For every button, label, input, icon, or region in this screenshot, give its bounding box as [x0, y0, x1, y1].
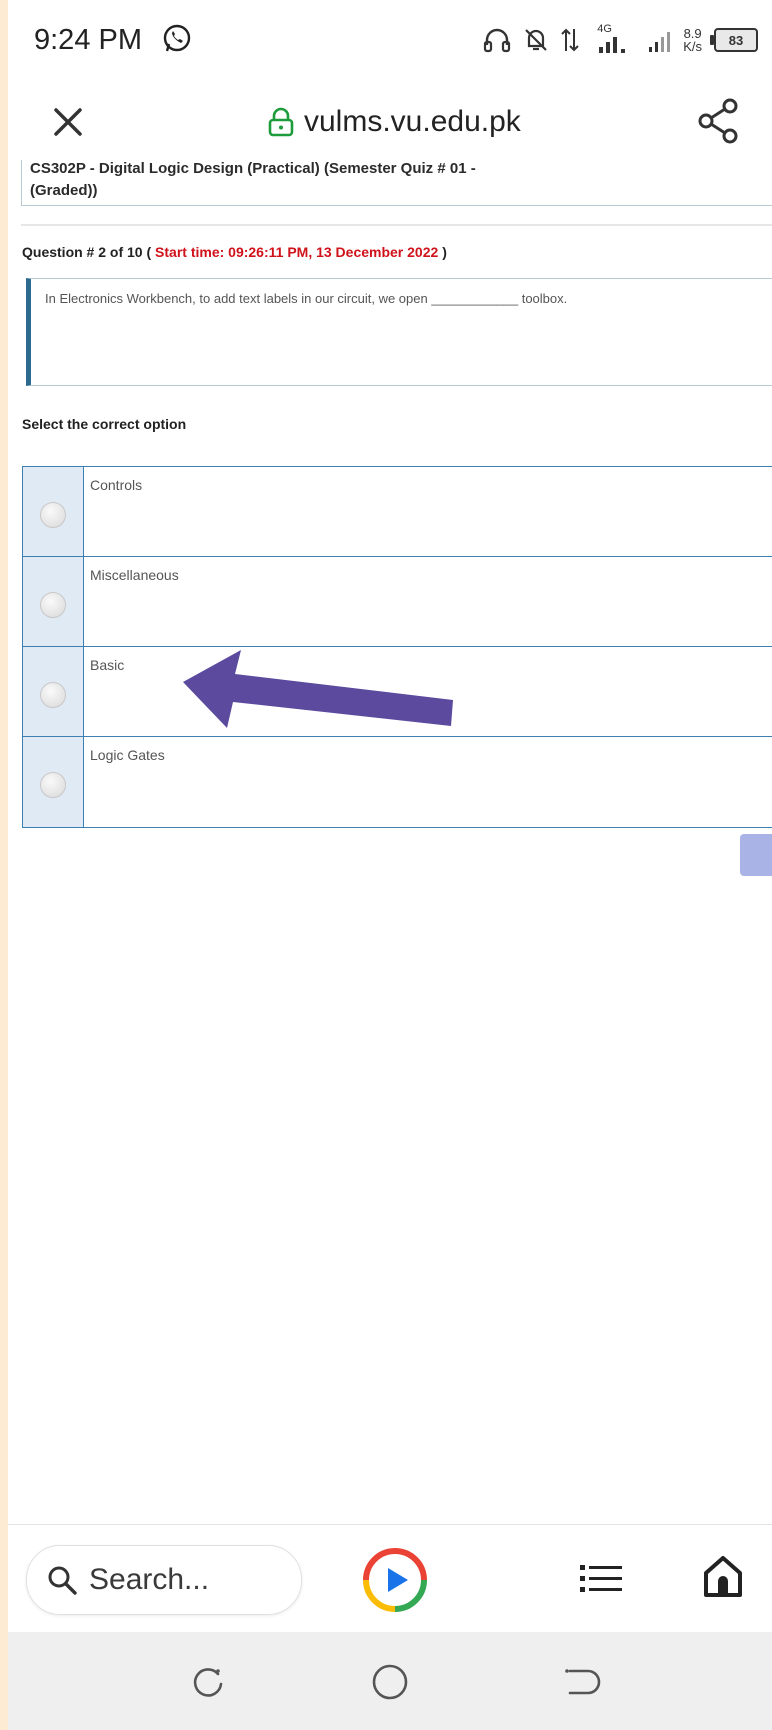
question-text: In Electronics Workbench, to add text la… — [45, 291, 568, 306]
option-label: Basic — [90, 657, 125, 673]
select-option-label: Select the correct option — [22, 416, 187, 432]
mute-bell-icon — [525, 29, 547, 51]
radio-cell — [23, 647, 84, 736]
status-time: 9:24 PM — [34, 24, 142, 56]
course-title-box: CS302P - Digital Logic Design (Practical… — [21, 160, 772, 206]
option-miscellaneous[interactable]: Miscellaneous — [23, 557, 772, 647]
list-menu-icon[interactable] — [578, 1561, 624, 1597]
question-box: In Electronics Workbench, to add text la… — [26, 278, 772, 386]
next-button[interactable] — [740, 834, 772, 876]
whatsapp-icon — [163, 24, 191, 52]
radio-button[interactable] — [40, 772, 66, 798]
option-controls[interactable]: Controls — [23, 467, 772, 557]
question-number: Question # 2 of 10 ( — [22, 244, 152, 260]
annotation-arrow-icon — [183, 650, 453, 728]
course-title-line2: (Graded)) — [30, 182, 98, 199]
signal-icon — [599, 37, 626, 53]
data-transfer-icon — [561, 28, 579, 52]
play-icon[interactable] — [362, 1547, 428, 1613]
question-header: Question # 2 of 10 ( Start time: 09:26:1… — [22, 244, 447, 260]
radio-cell — [23, 467, 84, 556]
radio-button[interactable] — [40, 681, 66, 708]
course-title-line1: CS302P - Digital Logic Design (Practical… — [30, 160, 476, 177]
search-placeholder: Search... — [89, 1563, 210, 1596]
browser-toolbar: vulms.vu.edu.pk — [8, 80, 772, 160]
net-speed-unit: K/s — [683, 39, 702, 54]
radio-button[interactable] — [40, 591, 66, 618]
option-label: Logic Gates — [90, 747, 165, 763]
battery-indicator: 83 — [710, 28, 758, 52]
share-icon[interactable] — [694, 96, 744, 146]
options-list: Controls Miscellaneous Basic Logic Gates — [22, 466, 772, 828]
status-bar: 9:24 PM 4G 8.9 K/s 83 — [8, 0, 772, 80]
radio-cell — [23, 557, 84, 646]
search-bar[interactable]: Search... — [26, 1545, 302, 1615]
page-content: CS302P - Digital Logic Design (Practical… — [8, 160, 772, 1524]
phone-screen: 9:24 PM 4G 8.9 K/s 83 vulms.vu.edu.pk CS… — [8, 0, 772, 1730]
option-label: Miscellaneous — [90, 567, 179, 583]
status-icons: 4G 8.9 K/s 83 — [483, 22, 758, 58]
radio-cell — [23, 737, 84, 827]
close-icon[interactable] — [48, 102, 88, 142]
divider — [21, 224, 772, 226]
recent-apps-icon[interactable] — [188, 1662, 228, 1702]
start-time: Start time: 09:26:11 PM, 13 December 202… — [155, 244, 439, 260]
signal-secondary-icon — [649, 32, 671, 52]
home-circle-icon[interactable] — [370, 1662, 410, 1702]
net-speed: 8.9 K/s — [683, 27, 702, 53]
signal-4g: 4G — [591, 23, 635, 55]
home-icon[interactable] — [702, 1553, 744, 1599]
battery-level: 83 — [728, 32, 744, 48]
lock-icon — [268, 107, 294, 137]
question-header-close: ) — [442, 244, 447, 260]
option-logic-gates[interactable]: Logic Gates — [23, 737, 772, 827]
url-text: vulms.vu.edu.pk — [304, 105, 521, 138]
browser-bottom-bar: Search... — [8, 1524, 772, 1633]
headphones-icon — [484, 28, 511, 53]
option-label: Controls — [90, 477, 143, 493]
address-bar[interactable]: vulms.vu.edu.pk — [268, 102, 521, 142]
system-nav-bar — [8, 1632, 772, 1730]
search-icon — [48, 1566, 77, 1595]
back-icon[interactable] — [562, 1662, 602, 1702]
radio-button[interactable] — [40, 501, 66, 528]
